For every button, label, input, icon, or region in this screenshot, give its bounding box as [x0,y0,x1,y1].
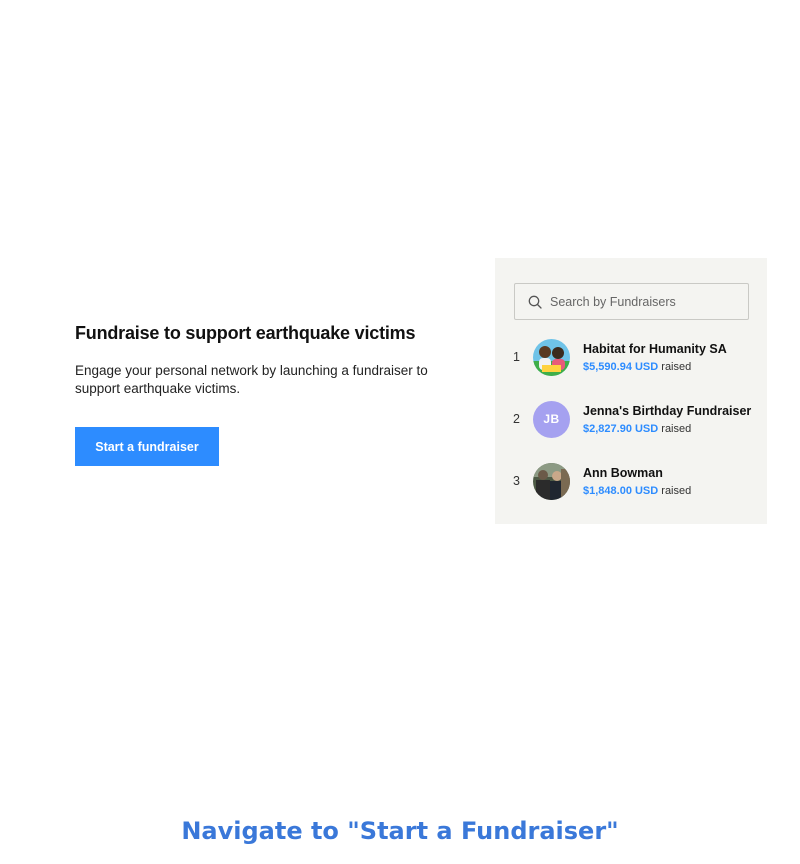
avatar [533,338,570,376]
search-box[interactable] [514,283,749,320]
amount-raised: $2,827.90 USD [583,422,659,435]
raised-label: raised [661,422,692,435]
hero-section: Fundraise to support earthquake victims … [75,322,465,466]
fundraiser-name: Habitat for Humanity SA [583,341,727,356]
amount-raised: $5,590.94 USD [583,360,659,373]
leaderboard-item[interactable]: 1 Habitat for Humanity SA $5,590.94 USD … [513,337,753,377]
hero-title: Fundraise to support earthquake victims [75,323,416,343]
amount-raised: $1,848.00 USD [583,484,659,497]
avatar [533,462,570,500]
leaderboard-item[interactable]: 3 Ann Bowman $1,848.00 USD raised [513,461,753,501]
start-fundraiser-button[interactable]: Start a fundraiser [75,427,219,466]
task-caption: Navigate to "Start a Fundraiser" [181,817,619,845]
search-input[interactable] [550,294,740,309]
rank-number: 1 [513,350,520,364]
fundraiser-name: Ann Bowman [583,465,663,480]
avatar: JB [533,400,570,438]
fundraiser-name: Jenna's Birthday Fundraiser [583,403,752,418]
fundraiser-leaderboard: 1 Habitat for Humanity SA $5,590.94 USD … [495,258,767,524]
raised-label: raised [661,484,692,497]
raised-label: raised [661,360,692,373]
rank-number: 2 [513,412,520,426]
search-icon [528,295,542,309]
hero-description: Engage your personal network by launchin… [75,363,428,396]
leaderboard-item[interactable]: 2 JB Jenna's Birthday Fundraiser $2,827.… [513,399,753,439]
rank-number: 3 [513,474,520,488]
